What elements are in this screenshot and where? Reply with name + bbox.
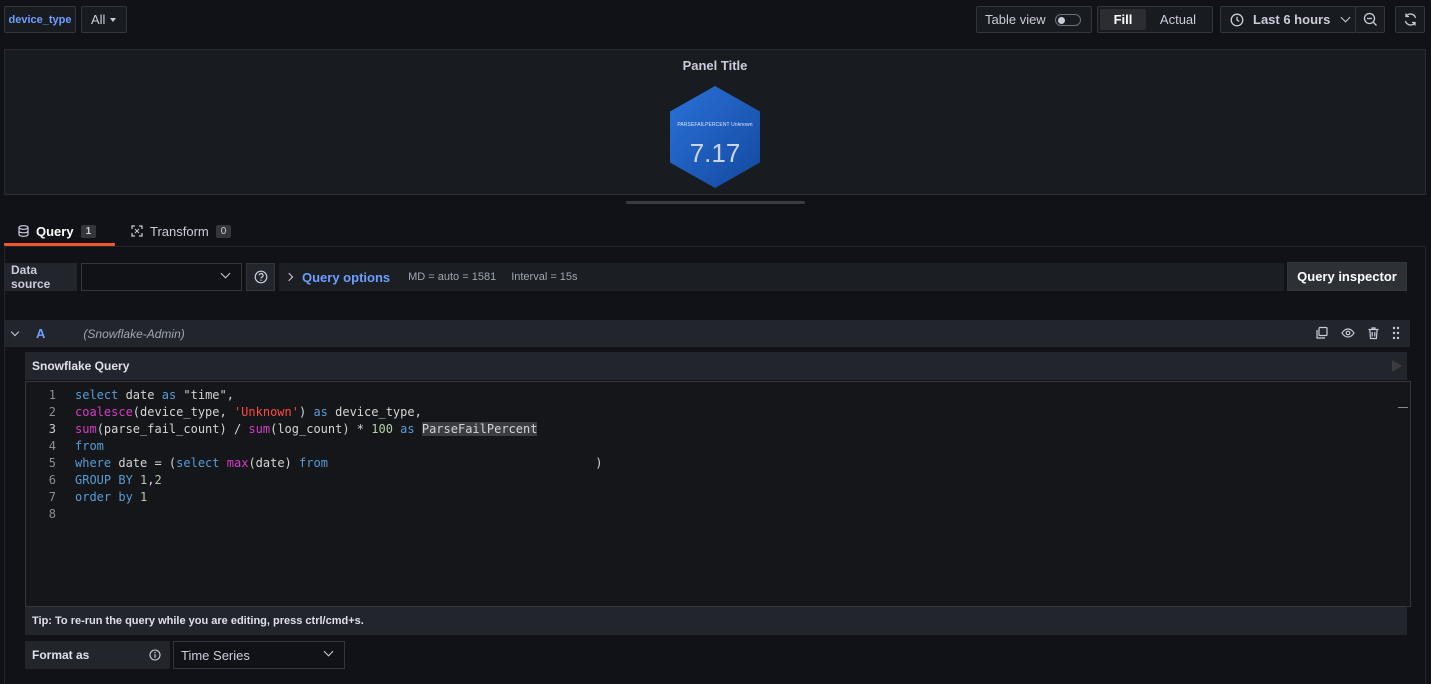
question-circle-icon [254, 270, 267, 284]
snowflake-query-header: Snowflake Query [25, 352, 1407, 380]
chevron-down-icon [323, 646, 334, 657]
time-range-label: Last 6 hours [1253, 12, 1331, 27]
duplicate-icon[interactable] [1315, 326, 1329, 340]
datasource-label: Data source [4, 263, 77, 291]
tab-query-label: Query [36, 223, 74, 239]
fill-actual-group: Fill Actual [1097, 6, 1213, 33]
database-icon [18, 225, 29, 237]
format-as-select[interactable]: Time Series [173, 641, 345, 669]
panel-preview: Panel Title PARSEFAILPERCENT Unknown 7.1… [4, 49, 1426, 195]
tab-transform[interactable]: Transform 0 [131, 218, 232, 244]
tab-transform-count: 0 [215, 224, 232, 238]
query-options-bar[interactable]: Query options MD = auto = 1581 Interval … [279, 263, 1284, 291]
table-view-label: Table view [985, 12, 1046, 27]
time-range-picker[interactable]: Last 6 hours [1220, 6, 1356, 33]
fill-button[interactable]: Fill [1100, 9, 1146, 30]
max-data-points: MD = auto = 1581 [408, 271, 497, 283]
query-row-header: A (Snowflake-Admin) [4, 320, 1410, 347]
query-inspector-button[interactable]: Query inspector [1287, 262, 1407, 291]
chevron-down-icon [220, 268, 231, 279]
transform-icon [131, 225, 143, 237]
refresh-icon [1404, 13, 1416, 26]
info-circle-icon[interactable] [149, 649, 161, 661]
table-view-toggle[interactable]: Table view [976, 6, 1092, 33]
interval-value: Interval = 15s [511, 271, 578, 283]
panel-resize-handle[interactable] [626, 201, 805, 204]
variable-select[interactable]: All [81, 6, 127, 33]
editor-tip: Tip: To re-run the query while you are e… [25, 607, 1407, 635]
play-icon[interactable] [1392, 360, 1402, 372]
tab-query-count: 1 [80, 224, 97, 238]
query-datasource-name: (Snowflake-Admin) [83, 326, 185, 341]
collapse-chevron-icon[interactable] [10, 327, 20, 336]
snowflake-query-title: Snowflake Query [32, 359, 130, 373]
query-ref-id[interactable]: A [36, 326, 45, 341]
chevron-down-icon [1340, 12, 1351, 23]
trash-icon[interactable] [1367, 326, 1380, 340]
query-row-actions [1315, 326, 1400, 340]
clock-icon [1230, 13, 1244, 26]
query-options-label[interactable]: Query options [302, 270, 390, 285]
zoom-out-button[interactable] [1355, 6, 1385, 33]
chevron-right-icon [284, 272, 294, 282]
sql-code-editor[interactable]: 1 select date as "time", 2 coalesce(device… [25, 381, 1411, 607]
stat-hexagon: PARSEFAILPERCENT Unknown 7.17 [670, 86, 760, 188]
drag-handle-icon[interactable] [1392, 326, 1400, 340]
datasource-select[interactable] [81, 263, 242, 291]
stat-label: PARSEFAILPERCENT Unknown [677, 122, 753, 128]
hexagon-shape [670, 86, 760, 188]
format-as-value: Time Series [181, 647, 250, 663]
stat-value: 7.17 [689, 138, 741, 168]
tab-transform-label: Transform [150, 223, 209, 239]
scrollbar-marker [1398, 407, 1408, 408]
datasource-help-button[interactable] [246, 263, 275, 291]
format-as-label: Format as [25, 641, 170, 669]
eye-icon[interactable] [1341, 326, 1355, 340]
tab-query[interactable]: Query 1 [18, 218, 97, 244]
actual-button[interactable]: Actual [1146, 9, 1210, 30]
toggle-switch-icon[interactable] [1055, 14, 1081, 26]
zoom-out-icon [1363, 12, 1377, 26]
variable-value: All [91, 12, 106, 27]
panel-title: Panel Title [682, 58, 748, 73]
chevron-down-icon [110, 17, 117, 22]
variable-label-text: device_type [8, 13, 72, 26]
refresh-button[interactable] [1395, 6, 1425, 33]
variable-label: device_type [4, 6, 76, 33]
